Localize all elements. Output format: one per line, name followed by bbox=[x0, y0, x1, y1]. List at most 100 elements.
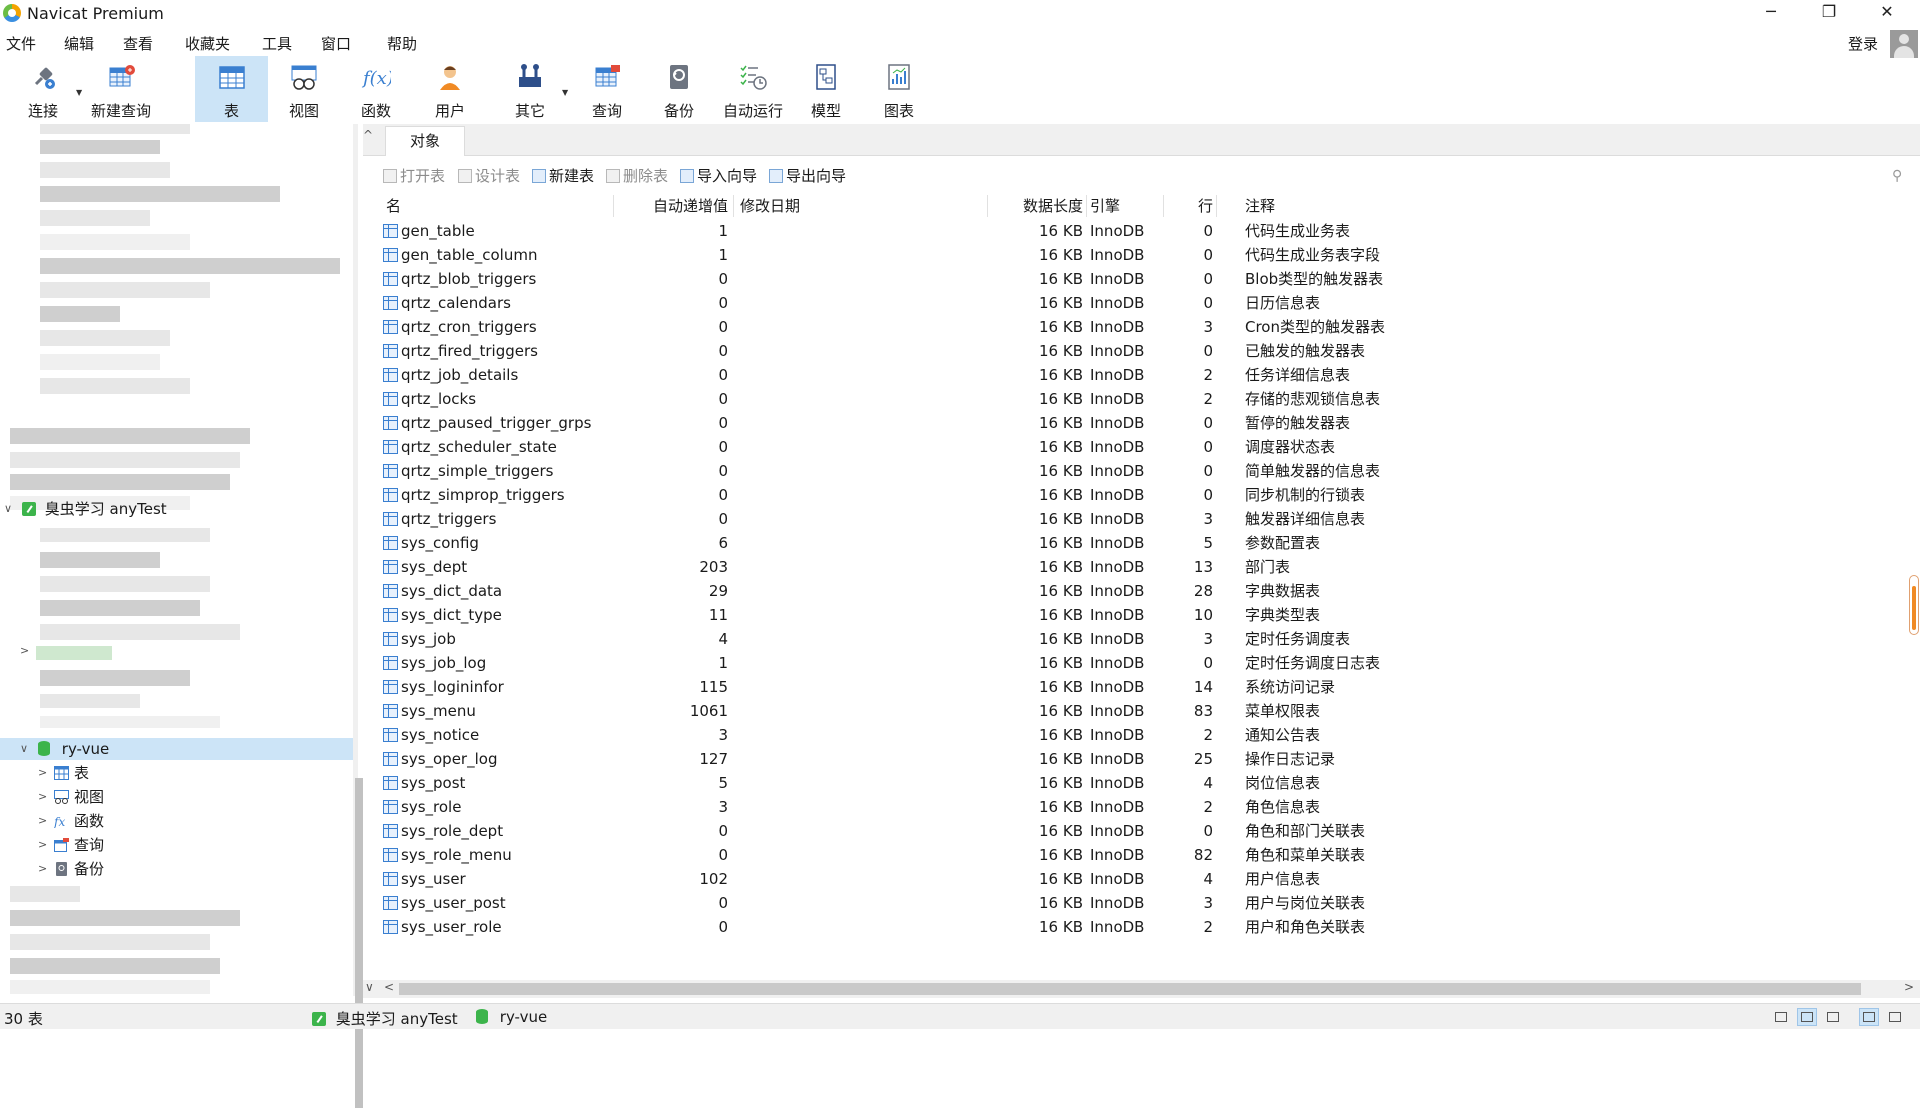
table-row[interactable]: qrtz_calendars 0 16 KB InnoDB 0 日历信息表 bbox=[383, 291, 1903, 315]
table-row[interactable]: sys_job_log 1 16 KB InnoDB 0 定时任务调度日志表 bbox=[383, 651, 1903, 675]
menu-help[interactable]: 帮助 bbox=[387, 33, 417, 54]
cell-table-name[interactable]: sys_post bbox=[401, 771, 465, 795]
tree-scrollbar-thumb[interactable] bbox=[355, 778, 363, 1108]
column-header-data-length[interactable]: 数据长度 bbox=[987, 195, 1083, 217]
cell-table-name[interactable]: gen_table_column bbox=[401, 243, 537, 267]
menu-file[interactable]: 文件 bbox=[6, 33, 36, 54]
design-table-button[interactable]: 设计表 bbox=[458, 165, 520, 186]
cell-table-name[interactable]: sys_job bbox=[401, 627, 456, 651]
backup-button[interactable]: 备份 bbox=[645, 56, 713, 122]
tree-item-views[interactable]: > 视图 bbox=[0, 786, 353, 808]
table-row[interactable]: sys_job 4 16 KB InnoDB 3 定时任务调度表 bbox=[383, 627, 1903, 651]
table-row[interactable]: qrtz_simprop_triggers 0 16 KB InnoDB 0 同步机制的行… bbox=[383, 483, 1903, 507]
cell-table-name[interactable]: gen_table bbox=[401, 219, 475, 243]
cell-table-name[interactable]: qrtz_locks bbox=[401, 387, 476, 411]
menu-favorites[interactable]: 收藏夹 bbox=[185, 33, 230, 54]
chevron-right-icon[interactable]: > bbox=[38, 786, 47, 808]
others-button[interactable]: 其它 bbox=[496, 56, 564, 122]
horizontal-scrollbar[interactable]: ∨ < > bbox=[363, 980, 1920, 998]
column-header-modified-date[interactable]: 修改日期 bbox=[740, 195, 800, 217]
column-header-auto-increment[interactable]: 自动递增值 bbox=[613, 195, 728, 217]
cell-table-name[interactable]: sys_dict_data bbox=[401, 579, 502, 603]
open-table-button[interactable]: 打开表 bbox=[383, 165, 445, 186]
table-row[interactable]: gen_table_column 1 16 KB InnoDB 0 代码生成业务表字段 bbox=[383, 243, 1903, 267]
charts-button[interactable]: 图表 bbox=[864, 56, 934, 122]
queries-button[interactable]: 查询 bbox=[573, 56, 641, 122]
others-dropdown-icon[interactable]: ▼ bbox=[562, 88, 568, 97]
column-header-rows[interactable]: 行 bbox=[1163, 195, 1213, 217]
table-row[interactable]: qrtz_simple_triggers 0 16 KB InnoDB 0 简单触发器的信… bbox=[383, 459, 1903, 483]
table-row[interactable]: qrtz_paused_trigger_grps 0 16 KB InnoDB 0 暂停的… bbox=[383, 411, 1903, 435]
cell-table-name[interactable]: sys_dept bbox=[401, 555, 467, 579]
chevron-right-icon[interactable]: > bbox=[20, 644, 29, 657]
menu-tools[interactable]: 工具 bbox=[262, 33, 292, 54]
cell-table-name[interactable]: sys_dict_type bbox=[401, 603, 502, 627]
table-row[interactable]: sys_post 5 16 KB InnoDB 4 岗位信息表 bbox=[383, 771, 1903, 795]
toggle-right-panel-button[interactable] bbox=[1885, 1008, 1905, 1026]
chevron-down-icon[interactable]: ∨ bbox=[20, 738, 28, 760]
table-row[interactable]: gen_table 1 16 KB InnoDB 0 代码生成业务表 bbox=[383, 219, 1903, 243]
users-button[interactable]: 用户 bbox=[416, 56, 484, 122]
cell-table-name[interactable]: sys_role bbox=[401, 795, 461, 819]
table-row[interactable]: sys_notice 3 16 KB InnoDB 2 通知公告表 bbox=[383, 723, 1903, 747]
cell-table-name[interactable]: sys_user_post bbox=[401, 891, 506, 915]
table-row[interactable]: sys_role 3 16 KB InnoDB 2 角色信息表 bbox=[383, 795, 1903, 819]
avatar-icon[interactable] bbox=[1890, 30, 1918, 58]
cell-table-name[interactable]: qrtz_blob_triggers bbox=[401, 267, 536, 291]
cell-table-name[interactable]: sys_notice bbox=[401, 723, 479, 747]
table-row[interactable]: sys_dict_type 11 16 KB InnoDB 10 字典类型表 bbox=[383, 603, 1903, 627]
cell-table-name[interactable]: qrtz_simple_triggers bbox=[401, 459, 553, 483]
table-row[interactable]: qrtz_scheduler_state 0 16 KB InnoDB 0 调度器状态表 bbox=[383, 435, 1903, 459]
cell-table-name[interactable]: qrtz_job_details bbox=[401, 363, 518, 387]
table-row[interactable]: sys_dept 203 16 KB InnoDB 13 部门表 bbox=[383, 555, 1903, 579]
functions-button[interactable]: f(x) 函数 bbox=[342, 56, 410, 122]
minimize-button[interactable]: ─ bbox=[1748, 0, 1794, 26]
column-header-comment[interactable]: 注释 bbox=[1245, 195, 1275, 217]
new-query-button[interactable]: 新建查询 bbox=[86, 56, 156, 122]
table-row[interactable]: qrtz_blob_triggers 0 16 KB InnoDB 0 Blob类型的触发… bbox=[383, 267, 1903, 291]
cell-table-name[interactable]: sys_user bbox=[401, 867, 466, 891]
table-row[interactable]: sys_logininfor 115 16 KB InnoDB 14 系统访问记录 bbox=[383, 675, 1903, 699]
column-header-engine[interactable]: 引擎 bbox=[1090, 195, 1120, 217]
cell-table-name[interactable]: qrtz_simprop_triggers bbox=[401, 483, 565, 507]
vertical-scroll-thumb[interactable] bbox=[1912, 586, 1916, 630]
cell-table-name[interactable]: sys_logininfor bbox=[401, 675, 504, 699]
collapse-up-icon[interactable]: ^ bbox=[363, 128, 373, 142]
chevron-right-icon[interactable]: > bbox=[38, 762, 47, 784]
tab-objects[interactable]: 对象 bbox=[385, 126, 465, 156]
table-row[interactable]: sys_menu 1061 16 KB InnoDB 83 菜单权限表 bbox=[383, 699, 1903, 723]
view-list-button[interactable] bbox=[1797, 1008, 1817, 1026]
cell-table-name[interactable]: sys_menu bbox=[401, 699, 476, 723]
model-button[interactable]: 模型 bbox=[792, 56, 860, 122]
table-row[interactable]: sys_role_menu 0 16 KB InnoDB 82 角色和菜单关联表 bbox=[383, 843, 1903, 867]
cell-table-name[interactable]: qrtz_calendars bbox=[401, 291, 511, 315]
chevron-down-icon[interactable]: ∨ bbox=[365, 980, 374, 994]
menu-view[interactable]: 查看 bbox=[123, 33, 153, 54]
view-detail-button[interactable] bbox=[1823, 1008, 1843, 1026]
horizontal-scrollbar-thumb[interactable] bbox=[399, 983, 1861, 995]
export-wizard-button[interactable]: 导出向导 bbox=[769, 165, 846, 186]
chevron-right-icon[interactable]: > bbox=[38, 834, 47, 856]
import-wizard-button[interactable]: 导入向导 bbox=[680, 165, 757, 186]
table-row[interactable]: sys_user_post 0 16 KB InnoDB 3 用户与岗位关联表 bbox=[383, 891, 1903, 915]
toggle-left-panel-button[interactable] bbox=[1859, 1008, 1879, 1026]
table-row[interactable]: qrtz_locks 0 16 KB InnoDB 2 存储的悲观锁信息表 bbox=[383, 387, 1903, 411]
tree-item-tables[interactable]: > 表 bbox=[0, 762, 353, 784]
table-row[interactable]: qrtz_fired_triggers 0 16 KB InnoDB 0 已触发的触发器表 bbox=[383, 339, 1903, 363]
tree-item-queries[interactable]: > 查询 bbox=[0, 834, 353, 856]
tables-button[interactable]: 表 bbox=[195, 56, 268, 122]
connect-button[interactable]: 连接 bbox=[8, 56, 78, 122]
tree-item-backups[interactable]: > 备份 bbox=[0, 858, 353, 880]
table-row[interactable]: sys_role_dept 0 16 KB InnoDB 0 角色和部门关联表 bbox=[383, 819, 1903, 843]
cell-table-name[interactable]: qrtz_scheduler_state bbox=[401, 435, 557, 459]
cell-table-name[interactable]: qrtz_triggers bbox=[401, 507, 496, 531]
automation-button[interactable]: 自动运行 bbox=[717, 56, 789, 122]
delete-table-button[interactable]: 删除表 bbox=[606, 165, 668, 186]
search-icon[interactable]: ⚲ bbox=[1892, 168, 1902, 184]
table-row[interactable]: sys_user_role 0 16 KB InnoDB 2 用户和角色关联表 bbox=[383, 915, 1903, 939]
cell-table-name[interactable]: sys_oper_log bbox=[401, 747, 497, 771]
table-row[interactable]: qrtz_triggers 0 16 KB InnoDB 3 触发器详细信息表 bbox=[383, 507, 1903, 531]
cell-table-name[interactable]: qrtz_cron_triggers bbox=[401, 315, 537, 339]
chevron-right-icon[interactable]: > bbox=[38, 810, 47, 832]
column-header-name[interactable]: 名 bbox=[386, 195, 401, 217]
